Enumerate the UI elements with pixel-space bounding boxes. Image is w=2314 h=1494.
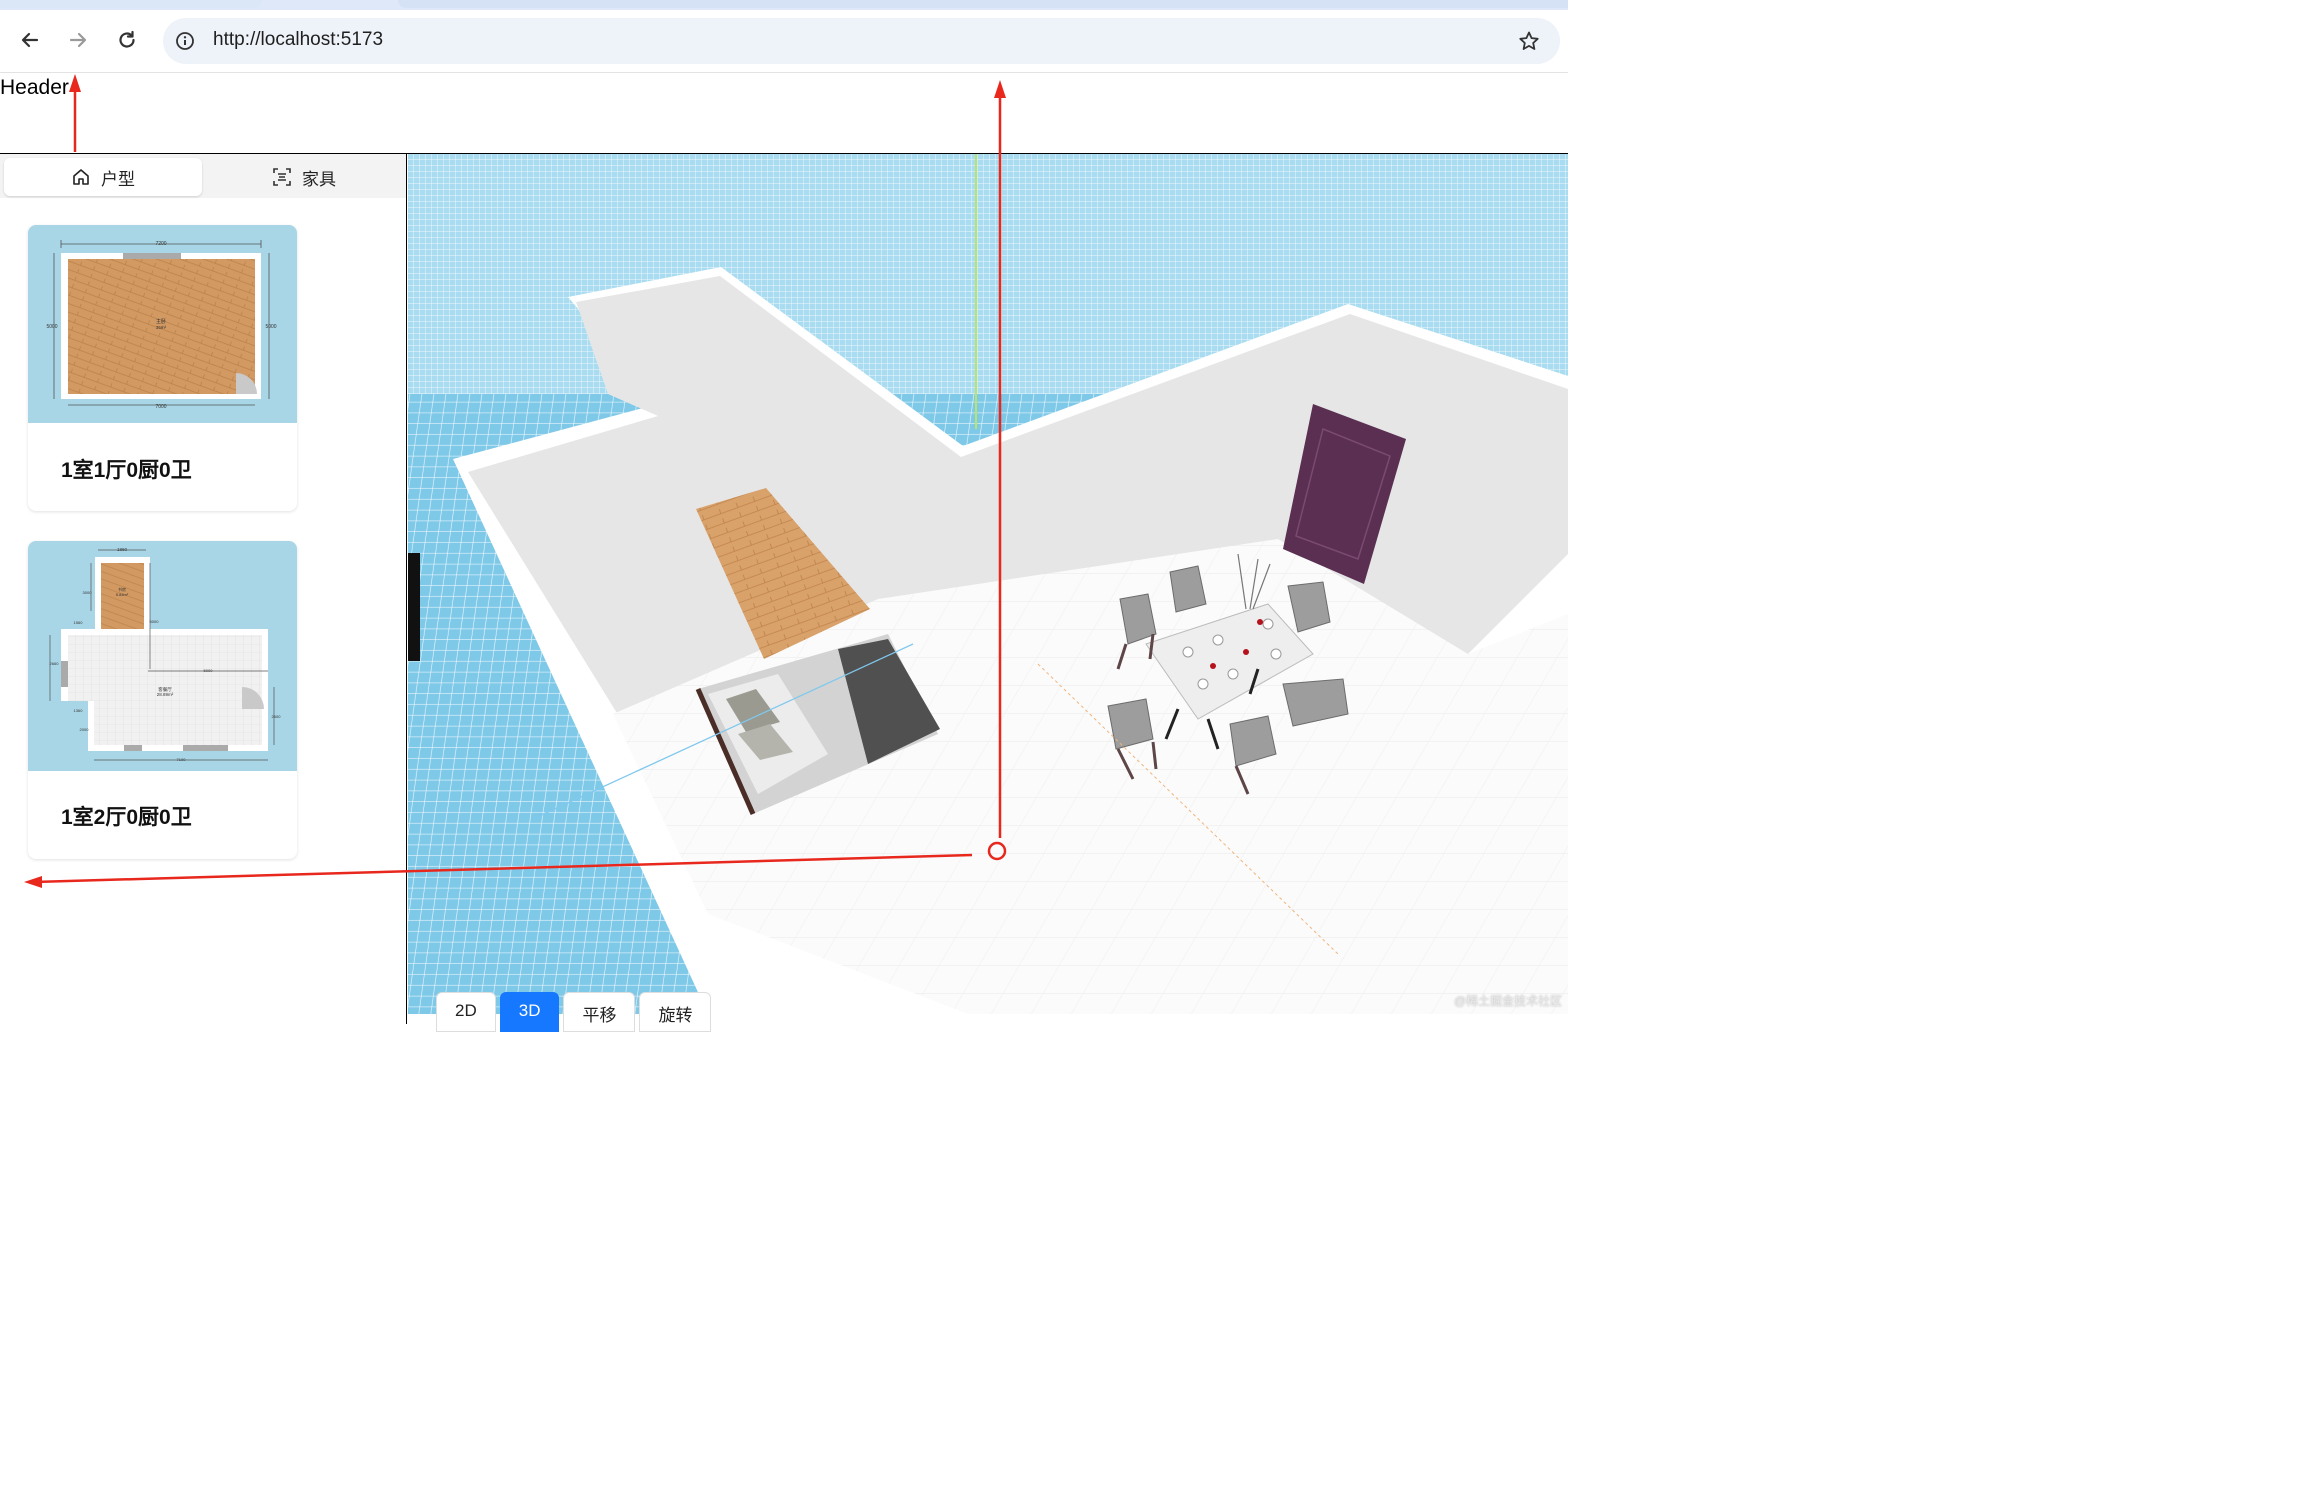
3d-scene	[408, 154, 1568, 1014]
back-button[interactable]	[16, 26, 44, 54]
tab-furniture-label: 家具	[302, 169, 336, 189]
reload-icon	[119, 30, 135, 48]
browser-tab-active[interactable]	[398, 0, 1568, 8]
browser-tab[interactable]	[0, 0, 262, 8]
view-tab-3d[interactable]: 3D	[499, 992, 560, 1032]
address-bar[interactable]: http://localhost:5173	[163, 18, 1560, 64]
dim-e: 5000	[204, 668, 214, 673]
sidebar: 户型 家具 7200 主卧 35m² 5000 5000 7000 1室1厅0厨…	[0, 154, 407, 1024]
dim-g: 2000	[80, 727, 90, 732]
view-tab-rotate[interactable]: 旋转	[639, 992, 712, 1032]
dim-bottom: 7100	[177, 757, 187, 762]
room2-area: 28.89m²	[157, 692, 174, 697]
forward-button[interactable]	[64, 26, 92, 54]
arrowhead-icon	[69, 74, 81, 92]
scan-icon	[273, 168, 291, 186]
view-tab-2d[interactable]: 2D	[436, 992, 496, 1032]
dim-h: 2600	[272, 714, 282, 719]
dim-d: 2660	[50, 661, 60, 666]
dim-c: 5000	[150, 619, 160, 624]
forward-arrow-icon	[69, 32, 87, 48]
browser-toolbar: http://localhost:5173	[0, 10, 1568, 73]
floorplan-card[interactable]: 1860 书房 5.84m² 客餐厅 28.89m² 3000 1560 500…	[28, 541, 297, 859]
app-header: Header	[0, 76, 69, 99]
dim-top: 7200	[155, 241, 166, 247]
dim-a: 3000	[83, 590, 93, 595]
star-icon[interactable]	[1518, 30, 1540, 52]
view-mode-tabs: 2D 3D 平移 旋转	[436, 992, 712, 1032]
sidebar-tabs: 户型 家具	[0, 154, 406, 198]
watermark: @稀土掘金技术社区	[1453, 994, 1562, 1008]
floorplan-drawing: 7200 主卧 35m² 5000 5000 7000	[46, 240, 277, 410]
3d-viewport[interactable]	[408, 154, 1568, 1014]
dim-right: 5000	[265, 324, 276, 330]
dim-bottom: 7000	[155, 404, 166, 410]
browser-tab-strip	[0, 0, 1568, 10]
floorplan-thumbnail: 7200 主卧 35m² 5000 5000 7000	[28, 225, 297, 423]
floorplan-card[interactable]: 7200 主卧 35m² 5000 5000 7000 1室1厅0厨0卫	[28, 225, 297, 511]
back-arrow-icon	[21, 32, 39, 48]
panel-resize-handle[interactable]	[408, 553, 420, 661]
home-icon	[73, 169, 89, 185]
dim-left: 5000	[46, 324, 57, 330]
floorplan-card-title: 1室1厅0厨0卫	[61, 459, 192, 482]
arrowhead-icon	[994, 80, 1006, 98]
floorplan-thumbnail: 1860 书房 5.84m² 客餐厅 28.89m² 3000 1560 500…	[28, 541, 297, 771]
floorplan-drawing: 1860 书房 5.84m² 客餐厅 28.89m² 3000 1560 500…	[50, 547, 282, 762]
view-tab-pan[interactable]: 平移	[563, 992, 636, 1032]
tab-furniture[interactable]: 家具	[206, 158, 402, 196]
tab-floorplan-label: 户型	[101, 169, 135, 189]
reload-button[interactable]	[113, 26, 141, 54]
floorplan-card-title: 1室2厅0厨0卫	[61, 806, 192, 829]
room-area: 35m²	[156, 325, 167, 330]
tab-floorplan[interactable]: 户型	[4, 158, 202, 196]
room-label: 主卧	[156, 318, 166, 325]
info-icon[interactable]	[175, 31, 195, 51]
address-bar-url[interactable]: http://localhost:5173	[213, 29, 383, 51]
dim-f: 1360	[74, 708, 84, 713]
room1-area: 5.84m²	[116, 592, 129, 597]
dim-b: 1560	[74, 620, 84, 625]
dim-top: 1860	[117, 547, 128, 552]
